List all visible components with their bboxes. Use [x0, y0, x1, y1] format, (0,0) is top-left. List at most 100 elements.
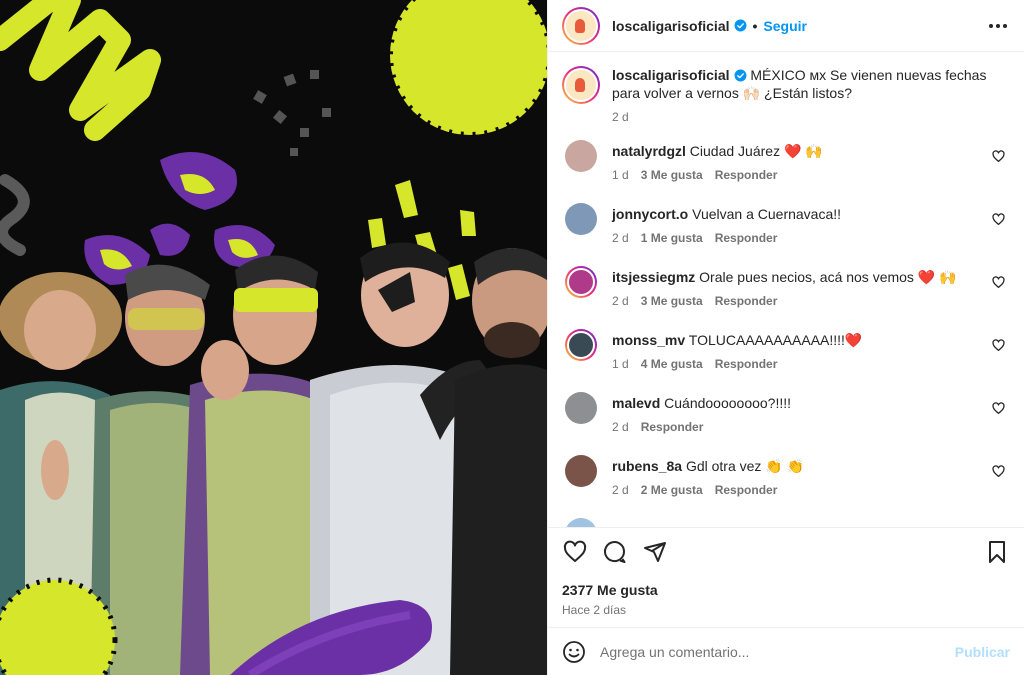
comment-avatar[interactable] [565, 329, 597, 361]
likes-count[interactable]: 2377 Me gusta [562, 582, 1010, 598]
reply-button[interactable]: Responder [715, 168, 778, 182]
comment-text-line: monss_mv TOLUCAAAAAAAAAA!!!!❤️ [612, 331, 1010, 349]
comment-time[interactable]: 2 d [612, 294, 629, 308]
post-image[interactable] [0, 0, 547, 675]
comment-time[interactable]: 1 d [612, 357, 629, 371]
comment-text-line: jonnycort.o Vuelvan a Cuernavaca!! [612, 205, 1010, 223]
comment-likes[interactable]: 3 Me gusta [641, 168, 703, 182]
comment-avatar[interactable] [565, 392, 597, 424]
reply-button[interactable]: Responder [715, 294, 778, 308]
reply-button[interactable]: Responder [641, 420, 704, 434]
caption-time[interactable]: 2 d [612, 110, 629, 124]
post-artwork [0, 0, 547, 675]
comment-like-heart-icon[interactable] [992, 339, 1006, 353]
instagram-post-view: loscaligarisoficial • Seguir loscaligari… [0, 0, 1024, 675]
follow-button[interactable]: Seguir [763, 18, 807, 34]
caption-avatar[interactable] [562, 66, 600, 104]
comment-avatar[interactable] [565, 203, 597, 235]
comment-likes[interactable]: 3 Me gusta [641, 294, 703, 308]
comment-text: Ciudad Juárez ❤️ 🙌 [689, 143, 823, 159]
comment-username[interactable]: malevd [612, 395, 660, 411]
comment-username[interactable]: rubens_8a [612, 458, 682, 474]
comment-avatar[interactable] [565, 266, 597, 298]
emoji-icon[interactable] [562, 640, 586, 664]
comment-text-line: itsjessiegmz Orale pues necios, acá nos … [612, 268, 1010, 286]
caption-meta: 2 d [612, 110, 1010, 124]
band-logo-icon [566, 70, 596, 100]
caption-username[interactable]: loscaligarisoficial [612, 67, 730, 83]
comment-rows: natalyrdgzl Ciudad Juárez ❤️ 🙌 1 d 3 Me gu… [562, 140, 1010, 518]
comment-meta: 2 d 1 Me gusta Responder [612, 231, 1010, 245]
reply-button[interactable]: Responder [715, 483, 778, 497]
comment-username[interactable]: natalyrdgzl [612, 143, 686, 159]
post-actions: 2377 Me gusta Hace 2 días [548, 527, 1024, 627]
comment-meta: 2 d Responder [612, 420, 1010, 434]
reply-button[interactable]: Responder [715, 357, 778, 371]
comment-meta: 2 d 2 Me gusta Responder [612, 483, 1010, 497]
comment-like-heart-icon[interactable] [992, 276, 1006, 290]
comment-text: Orale pues necios, acá nos vemos ❤️ 🙌 [699, 269, 957, 285]
band-logo-icon [566, 10, 596, 41]
more-horizontal-icon[interactable] [986, 14, 1010, 38]
verified-badge-icon [734, 19, 746, 32]
comment-like-heart-icon[interactable] [992, 402, 1006, 416]
comment-avatar[interactable] [565, 455, 597, 487]
caption-body: loscaligarisoficial MÉXICO ᴍx Se vienen … [612, 66, 1010, 124]
comment-text-line: rubens_8a Gdl otra vez 👏 👏 [612, 457, 1010, 475]
comment-row: itsjessiegmz Orale pues necios, acá nos … [562, 266, 1010, 329]
comment-row-partial [562, 518, 1010, 527]
post-header: loscaligarisoficial • Seguir [548, 0, 1024, 52]
comment-body: malevd Cuándoooooooo?!!!! 2 d Responder [612, 392, 1010, 434]
avatar-image [567, 331, 595, 359]
header-separator: • [752, 17, 758, 34]
verified-badge-icon [734, 69, 746, 82]
post-details-panel: loscaligarisoficial • Seguir loscaligari… [547, 0, 1024, 675]
comment-icon[interactable] [602, 539, 628, 565]
comment-avatar[interactable] [565, 140, 597, 172]
comment-body: monss_mv TOLUCAAAAAAAAAA!!!!❤️ 1 d 4 Me gu… [612, 329, 1010, 371]
comment-row: malevd Cuándoooooooo?!!!! 2 d Responder [562, 392, 1010, 455]
reply-button[interactable]: Responder [715, 231, 778, 245]
post-caption: loscaligarisoficial MÉXICO ᴍx Se vienen … [562, 66, 1010, 124]
heart-icon[interactable] [562, 539, 588, 565]
comment-likes[interactable]: 4 Me gusta [641, 357, 703, 371]
comment-body: jonnycort.o Vuelvan a Cuernavaca!! 2 d 1 M… [612, 203, 1010, 245]
author-avatar[interactable] [562, 6, 600, 45]
comment-like-heart-icon[interactable] [992, 150, 1006, 164]
comment-row: jonnycort.o Vuelvan a Cuernavaca!! 2 d 1 M… [562, 203, 1010, 266]
comment-body: rubens_8a Gdl otra vez 👏 👏 2 d 2 Me gusta R… [612, 455, 1010, 497]
comment-time[interactable]: 1 d [612, 168, 629, 182]
comment-meta: 2 d 3 Me gusta Responder [612, 294, 1010, 308]
comment-row: rubens_8a Gdl otra vez 👏 👏 2 d 2 Me gusta R… [562, 455, 1010, 518]
comments-list[interactable]: loscaligarisoficial MÉXICO ᴍx Se vienen … [548, 52, 1024, 527]
comment-row: monss_mv TOLUCAAAAAAAAAA!!!!❤️ 1 d 4 Me gu… [562, 329, 1010, 392]
comment-username[interactable]: monss_mv [612, 332, 685, 348]
author-username[interactable]: loscaligarisoficial [612, 18, 730, 34]
comment-username[interactable]: jonnycort.o [612, 206, 688, 222]
caption-text-line: loscaligarisoficial MÉXICO ᴍx Se vienen … [612, 66, 1010, 102]
bookmark-icon[interactable] [984, 539, 1010, 565]
comment-time[interactable]: 2 d [612, 231, 629, 245]
comment-input[interactable] [600, 643, 955, 660]
comment-likes[interactable]: 1 Me gusta [641, 231, 703, 245]
comment-text: Cuándoooooooo?!!!! [664, 395, 792, 411]
comment-text-line: natalyrdgzl Ciudad Juárez ❤️ 🙌 [612, 142, 1010, 160]
comment-username[interactable]: itsjessiegmz [612, 269, 695, 285]
comment-composer: Publicar [548, 627, 1024, 675]
comment-like-heart-icon[interactable] [992, 213, 1006, 227]
comment-meta: 1 d 4 Me gusta Responder [612, 357, 1010, 371]
comment-likes[interactable]: 2 Me gusta [641, 483, 703, 497]
comment-time[interactable]: 2 d [612, 420, 629, 434]
avatar-inner [564, 8, 598, 43]
comment-like-heart-icon[interactable] [992, 465, 1006, 479]
comment-time[interactable]: 2 d [612, 483, 629, 497]
comment-text: TOLUCAAAAAAAAAA!!!!❤️ [688, 332, 863, 348]
publish-button[interactable]: Publicar [955, 644, 1010, 660]
comment-row: natalyrdgzl Ciudad Juárez ❤️ 🙌 1 d 3 Me gu… [562, 140, 1010, 203]
comment-meta: 1 d 3 Me gusta Responder [612, 168, 1010, 182]
comment-avatar [565, 518, 597, 527]
share-icon[interactable] [642, 539, 668, 565]
action-icons-row [562, 538, 1010, 566]
comment-body: itsjessiegmz Orale pues necios, acá nos … [612, 266, 1010, 308]
comment-text: Gdl otra vez 👏 👏 [685, 458, 805, 474]
